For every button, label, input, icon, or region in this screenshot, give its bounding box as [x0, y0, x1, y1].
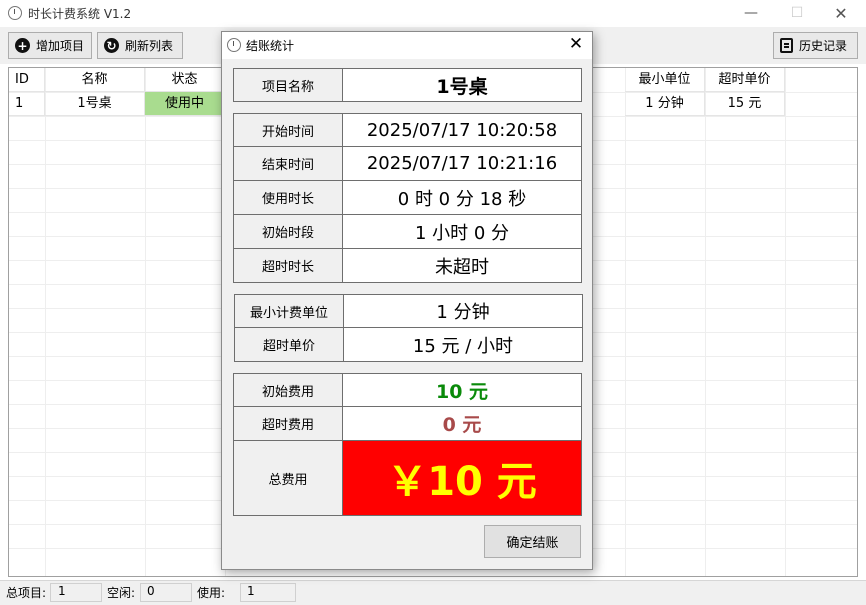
- history-button[interactable]: 历史记录: [773, 32, 858, 59]
- start-time-label: 开始时间: [233, 113, 343, 147]
- in-use-value: 1: [247, 584, 255, 598]
- confirm-checkout-button[interactable]: 确定结账: [484, 525, 581, 558]
- time-section: 开始时间 2025/07/17 10:20:58 结束时间 2025/07/17…: [233, 113, 582, 283]
- overtime-row: 超时时长 未超时: [233, 249, 582, 283]
- column-header-id[interactable]: ID: [9, 68, 45, 92]
- close-button[interactable]: ✕: [818, 0, 864, 27]
- dialog-clock-icon: [227, 38, 241, 52]
- initial-period-value: 1 小时 0 分: [343, 215, 582, 249]
- item-name-row: 项目名称 1号桌: [233, 68, 582, 102]
- column-header-min-unit[interactable]: 最小单位: [625, 68, 705, 92]
- plus-icon: +: [15, 38, 30, 53]
- column-header-name[interactable]: 名称: [45, 68, 145, 92]
- initial-period-row: 初始时段 1 小时 0 分: [233, 215, 582, 249]
- start-time-row: 开始时间 2025/07/17 10:20:58: [233, 113, 582, 147]
- dialog-title: 结账统计: [246, 39, 295, 53]
- history-label: 历史记录: [799, 39, 848, 53]
- overtime-fee-label: 超时费用: [233, 407, 343, 441]
- initial-period-label: 初始时段: [233, 215, 343, 249]
- initial-fee-row: 初始费用 10 元: [233, 373, 582, 407]
- column-header-overtime-price[interactable]: 超时单价: [705, 68, 785, 92]
- total-fee-label: 总费用: [233, 441, 343, 516]
- app-clock-icon: [8, 6, 22, 20]
- total-items-label: 总项目:: [6, 586, 47, 600]
- table-row-min-unit[interactable]: 1 分钟: [625, 92, 705, 116]
- title-bar: 时长计费系统 V1.2 — ☐ ✕: [0, 0, 866, 27]
- overtime-fee-row: 超时费用 0 元: [233, 407, 582, 441]
- refresh-list-label: 刷新列表: [125, 39, 174, 53]
- end-time-value: 2025/07/17 10:21:16: [343, 147, 582, 181]
- total-fee-value: ￥10 元: [343, 441, 582, 516]
- status-bar: 总项目: 1 空闲: 0 使用: 1: [0, 580, 866, 605]
- maximize-button[interactable]: ☐: [774, 0, 820, 27]
- dialog-close-button[interactable]: ✕: [566, 34, 586, 54]
- refresh-list-button[interactable]: ↻ 刷新列表: [97, 32, 183, 59]
- idle-value: 0: [147, 584, 155, 598]
- item-name-value: 1号桌: [343, 68, 582, 102]
- window-title: 时长计费系统 V1.2: [28, 7, 132, 21]
- add-item-label: 增加项目: [36, 39, 85, 53]
- start-time-value: 2025/07/17 10:20:58: [343, 113, 582, 147]
- table-row-id[interactable]: 1: [9, 92, 45, 116]
- initial-fee-label: 初始费用: [233, 373, 343, 407]
- total-items-value: 1: [58, 584, 66, 598]
- idle-label: 空闲:: [107, 586, 136, 600]
- initial-fee-value: 10 元: [343, 373, 582, 407]
- overtime-value: 未超时: [343, 249, 582, 283]
- duration-row: 使用时长 0 时 0 分 18 秒: [233, 181, 582, 215]
- duration-label: 使用时长: [233, 181, 343, 215]
- min-unit-label: 最小计费单位: [234, 294, 344, 328]
- fee-section: 初始费用 10 元 超时费用 0 元 总费用 ￥10 元: [233, 373, 582, 516]
- column-header-status[interactable]: 状态: [145, 68, 225, 92]
- dialog-title-bar: 结账统计 ✕: [222, 32, 592, 59]
- overtime-label: 超时时长: [233, 249, 343, 283]
- table-row-overtime-price[interactable]: 15 元: [705, 92, 785, 116]
- document-icon: [780, 38, 793, 53]
- duration-value: 0 时 0 分 18 秒: [343, 181, 582, 215]
- refresh-icon: ↻: [104, 38, 119, 53]
- minimize-button[interactable]: —: [728, 0, 774, 27]
- total-fee-row: 总费用 ￥10 元: [233, 441, 582, 516]
- table-row-status[interactable]: 使用中: [145, 92, 225, 116]
- min-unit-value: 1 分钟: [344, 294, 583, 328]
- table-row-name[interactable]: 1号桌: [45, 92, 145, 116]
- item-name-label: 项目名称: [233, 68, 343, 102]
- end-time-row: 结束时间 2025/07/17 10:21:16: [233, 147, 582, 181]
- pricing-section: 最小计费单位 1 分钟 超时单价 15 元 / 小时: [234, 294, 583, 362]
- min-unit-row: 最小计费单位 1 分钟: [234, 294, 583, 328]
- overtime-price-value: 15 元 / 小时: [344, 328, 583, 362]
- end-time-label: 结束时间: [233, 147, 343, 181]
- overtime-price-label: 超时单价: [234, 328, 344, 362]
- checkout-dialog: 结账统计 ✕ 项目名称 1号桌 开始时间 2025/07/17 10:20:58…: [221, 31, 593, 570]
- overtime-price-row: 超时单价 15 元 / 小时: [234, 328, 583, 362]
- add-item-button[interactable]: + 增加项目: [8, 32, 92, 59]
- in-use-label: 使用:: [197, 586, 226, 600]
- overtime-fee-value: 0 元: [343, 407, 582, 441]
